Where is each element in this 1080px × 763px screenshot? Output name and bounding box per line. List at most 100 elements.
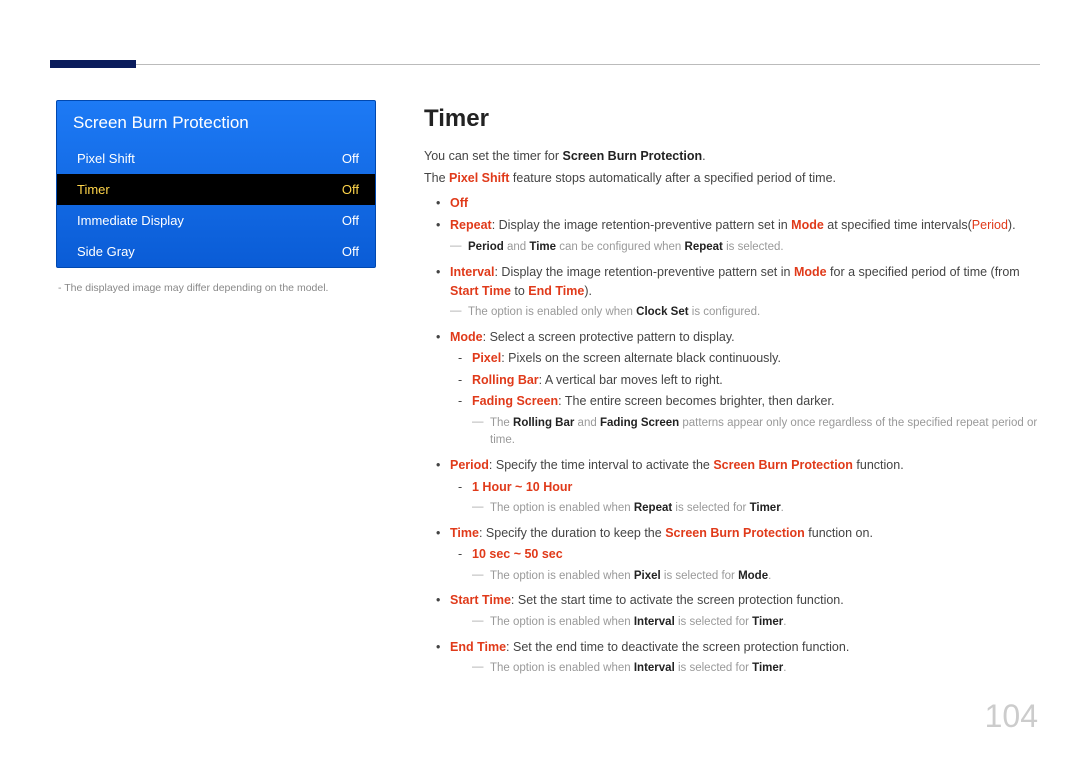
note-end-time: The option is enabled when Interval is s… bbox=[472, 660, 1038, 678]
sub-period-range: 1 Hour ~ 10 Hour bbox=[472, 478, 1038, 497]
osd-item-label: Timer bbox=[77, 182, 110, 197]
text: . bbox=[783, 616, 786, 628]
text: feature stops automatically after a spec… bbox=[509, 171, 836, 185]
bullet-time: Time: Specify the duration to keep the S… bbox=[450, 524, 1038, 565]
bullet-list: Start Time: Set the start time to activa… bbox=[424, 591, 1038, 610]
term: Time bbox=[450, 526, 479, 540]
text: for a specified period of time (from bbox=[827, 265, 1020, 279]
term: Repeat bbox=[634, 502, 672, 514]
note-repeat: Period and Time can be configured when R… bbox=[450, 239, 1038, 257]
text: : Specify the duration to keep the bbox=[479, 526, 665, 540]
term: Mode bbox=[794, 265, 827, 279]
term: Clock Set bbox=[636, 306, 688, 318]
term: Fading Screen bbox=[600, 417, 679, 429]
text: The option is enabled when bbox=[490, 570, 634, 582]
term: 10 sec ~ 50 sec bbox=[472, 547, 563, 561]
osd-item-label: Pixel Shift bbox=[77, 151, 135, 166]
sub-time-range: 10 sec ~ 50 sec bbox=[472, 545, 1038, 564]
osd-item-value: Off bbox=[342, 151, 359, 166]
text: ). bbox=[1008, 218, 1016, 232]
term: Off bbox=[450, 196, 468, 210]
bullet-list: End Time: Set the end time to deactivate… bbox=[424, 638, 1038, 657]
text: and bbox=[574, 417, 600, 429]
term: End Time bbox=[450, 640, 506, 654]
page-body: Screen Burn Protection Pixel Shift Off T… bbox=[0, 0, 1080, 682]
text: is selected for bbox=[675, 616, 752, 628]
text: You can set the timer for bbox=[424, 149, 563, 163]
text: and bbox=[504, 241, 530, 253]
osd-item-side-gray[interactable]: Side Gray Off bbox=[57, 236, 375, 267]
intro-line-2: The Pixel Shift feature stops automatica… bbox=[424, 169, 1038, 188]
text: : Display the image retention-preventive… bbox=[494, 265, 793, 279]
term: Time bbox=[529, 241, 556, 253]
term: Fading Screen bbox=[472, 394, 558, 408]
text: : A vertical bar moves left to right. bbox=[539, 373, 723, 387]
term: Interval bbox=[634, 616, 675, 628]
text: function on. bbox=[805, 526, 873, 540]
text: The bbox=[490, 417, 513, 429]
term: Screen Burn Protection bbox=[665, 526, 805, 540]
text: function. bbox=[853, 458, 904, 472]
text: : Select a screen protective pattern to … bbox=[483, 330, 735, 344]
text: . bbox=[781, 502, 784, 514]
term: Start Time bbox=[450, 284, 511, 298]
note-period: The option is enabled when Repeat is sel… bbox=[472, 500, 1038, 518]
section-heading: Timer bbox=[424, 100, 1038, 137]
bullet-repeat: Repeat: Display the image retention-prev… bbox=[450, 216, 1038, 235]
term: Timer bbox=[750, 502, 781, 514]
term: Mode bbox=[738, 570, 768, 582]
text: The bbox=[424, 171, 449, 185]
text: : Pixels on the screen alternate black c… bbox=[501, 351, 781, 365]
text: . bbox=[702, 149, 705, 163]
term: Period bbox=[972, 218, 1008, 232]
osd-item-value: Off bbox=[342, 182, 359, 197]
text: : The entire screen becomes brighter, th… bbox=[558, 394, 834, 408]
term: Rolling Bar bbox=[472, 373, 539, 387]
osd-item-immediate-display[interactable]: Immediate Display Off bbox=[57, 205, 375, 236]
term: Repeat bbox=[450, 218, 492, 232]
header-accent bbox=[50, 60, 136, 68]
text: : Specify the time interval to activate … bbox=[489, 458, 713, 472]
sub-list: Pixel: Pixels on the screen alternate bl… bbox=[450, 349, 1038, 411]
sub-list: 10 sec ~ 50 sec bbox=[450, 545, 1038, 564]
term: Start Time bbox=[450, 593, 511, 607]
text: can be configured when bbox=[556, 241, 685, 253]
term: Period bbox=[450, 458, 489, 472]
term: Timer bbox=[752, 616, 783, 628]
term: Rolling Bar bbox=[513, 417, 574, 429]
osd-menu: Screen Burn Protection Pixel Shift Off T… bbox=[56, 100, 376, 268]
term: Mode bbox=[450, 330, 483, 344]
term: Period bbox=[468, 241, 504, 253]
bullet-list: Interval: Display the image retention-pr… bbox=[424, 263, 1038, 302]
term: End Time bbox=[528, 284, 584, 298]
bullet-list: Off Repeat: Display the image retention-… bbox=[424, 194, 1038, 236]
bullet-interval: Interval: Display the image retention-pr… bbox=[450, 263, 1038, 302]
text: is selected for bbox=[672, 502, 749, 514]
term: Pixel bbox=[634, 570, 661, 582]
header-rule bbox=[50, 64, 1040, 65]
bullet-start-time: Start Time: Set the start time to activa… bbox=[450, 591, 1038, 610]
text: The option is enabled when bbox=[490, 502, 634, 514]
sub-rolling-bar: Rolling Bar: A vertical bar moves left t… bbox=[472, 371, 1038, 390]
osd-menu-title: Screen Burn Protection bbox=[57, 101, 375, 143]
term: Interval bbox=[634, 662, 675, 674]
text: is selected. bbox=[723, 241, 784, 253]
text: is configured. bbox=[689, 306, 761, 318]
text: The option is enabled only when bbox=[468, 306, 636, 318]
term: Screen Burn Protection bbox=[713, 458, 853, 472]
term: Screen Burn Protection bbox=[563, 149, 703, 163]
text: at specified time intervals( bbox=[824, 218, 972, 232]
page-number: 104 bbox=[985, 698, 1038, 735]
bullet-mode: Mode: Select a screen protective pattern… bbox=[450, 328, 1038, 412]
text: . bbox=[783, 662, 786, 674]
bullet-list: Period: Specify the time interval to act… bbox=[424, 456, 1038, 497]
sub-pixel: Pixel: Pixels on the screen alternate bl… bbox=[472, 349, 1038, 368]
term: Pixel Shift bbox=[449, 171, 509, 185]
right-column: Timer You can set the timer for Screen B… bbox=[424, 100, 1038, 682]
note-time: The option is enabled when Pixel is sele… bbox=[472, 568, 1038, 586]
note-interval: The option is enabled only when Clock Se… bbox=[450, 304, 1038, 322]
osd-item-pixel-shift[interactable]: Pixel Shift Off bbox=[57, 143, 375, 174]
osd-item-timer[interactable]: Timer Off bbox=[57, 174, 375, 205]
image-disclaimer: The displayed image may differ depending… bbox=[58, 282, 376, 294]
term: Mode bbox=[791, 218, 824, 232]
